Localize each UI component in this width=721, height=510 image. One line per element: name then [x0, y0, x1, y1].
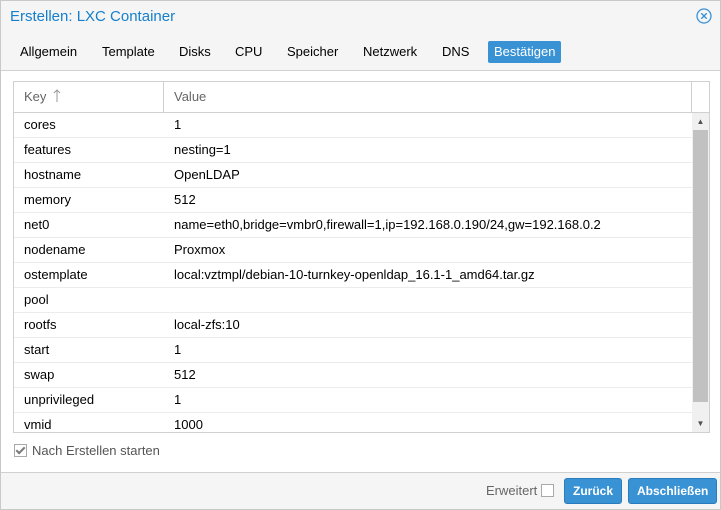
scroll-up-icon[interactable]: ▲	[692, 113, 709, 130]
table-row[interactable]: net0 name=eth0,bridge=vmbr0,firewall=1,i…	[14, 213, 692, 238]
row-value: Proxmox	[174, 242, 226, 257]
scrollbar-thumb[interactable]	[693, 130, 708, 402]
column-header-key[interactable]: Key	[14, 82, 164, 112]
row-key: memory	[24, 192, 71, 207]
row-value: nesting=1	[174, 142, 231, 157]
row-key: rootfs	[24, 317, 57, 332]
grid-scrollbar[interactable]: ▲ ▼	[692, 113, 709, 432]
row-key: features	[24, 142, 71, 157]
start-after-create-label: Nach Erstellen starten	[32, 443, 160, 458]
table-row[interactable]: unprivileged 1	[14, 388, 692, 413]
row-value: 512	[174, 192, 196, 207]
wizard-tabbar: Allgemein Template Disks CPU Speicher Ne…	[1, 38, 720, 66]
table-row[interactable]: pool	[14, 288, 692, 313]
column-header-key-label: Key	[24, 89, 47, 104]
table-row[interactable]: nodename Proxmox	[14, 238, 692, 263]
row-key: swap	[24, 367, 55, 382]
row-value: local-zfs:10	[174, 317, 240, 332]
dialog-titlebar[interactable]: Erstellen: LXC Container	[1, 1, 720, 33]
row-key: cores	[24, 117, 56, 132]
tab-cpu[interactable]: CPU	[229, 41, 268, 63]
finish-button[interactable]: Abschließen	[628, 478, 718, 504]
dialog-footer: Erweitert Zurück Abschließen	[1, 474, 720, 509]
table-row[interactable]: start 1	[14, 338, 692, 363]
row-value	[164, 288, 692, 312]
row-key: start	[24, 342, 50, 357]
tab-netzwerk[interactable]: Netzwerk	[357, 41, 423, 63]
table-row[interactable]: ostemplate local:vztmpl/debian-10-turnke…	[14, 263, 692, 288]
row-value: 1	[174, 117, 182, 132]
table-row[interactable]: hostname OpenLDAP	[14, 163, 692, 188]
row-key: ostemplate	[24, 267, 88, 282]
table-row[interactable]: features nesting=1	[14, 138, 692, 163]
dialog-title: Erstellen: LXC Container	[10, 8, 176, 25]
advanced-option[interactable]: Erweitert	[486, 483, 555, 499]
tab-disks[interactable]: Disks	[173, 41, 217, 63]
tab-bestaetigen[interactable]: Bestätigen	[488, 41, 562, 63]
grid-header: Key Value	[14, 82, 709, 113]
tab-allgemein[interactable]: Allgemein	[14, 41, 83, 63]
close-icon[interactable]	[696, 8, 712, 24]
tab-speicher[interactable]: Speicher	[281, 41, 344, 63]
row-value: 512	[174, 367, 196, 382]
column-header-value[interactable]: Value	[164, 82, 692, 112]
sort-ascending-icon	[53, 84, 61, 102]
advanced-checkbox[interactable]	[541, 484, 555, 497]
row-key: unprivileged	[24, 392, 95, 407]
tab-dns[interactable]: DNS	[436, 41, 475, 63]
row-key: pool	[24, 292, 49, 307]
scroll-down-icon[interactable]: ▼	[692, 415, 709, 432]
table-row[interactable]: memory 512	[14, 188, 692, 213]
row-value: name=eth0,bridge=vmbr0,firewall=1,ip=192…	[174, 217, 601, 232]
row-key: hostname	[24, 167, 82, 182]
advanced-label: Erweitert	[486, 483, 538, 498]
row-value: 1	[174, 342, 182, 357]
grid-body: cores 1 features nesting=1 hostname Open…	[14, 113, 692, 432]
create-lxc-dialog: Erstellen: LXC Container Allgemein Templ…	[0, 0, 721, 510]
row-value: 1000	[174, 417, 203, 432]
tab-template[interactable]: Template	[96, 41, 161, 63]
table-row[interactable]: vmid 1000	[14, 413, 692, 432]
row-key: net0	[24, 217, 50, 232]
column-header-value-label: Value	[174, 89, 207, 104]
start-after-create-checkbox[interactable]	[14, 444, 27, 457]
row-key: vmid	[24, 417, 52, 432]
row-value: 1	[174, 392, 182, 407]
row-value: OpenLDAP	[174, 167, 240, 182]
table-row[interactable]: cores 1	[14, 113, 692, 138]
table-row[interactable]: swap 512	[14, 363, 692, 388]
row-value: local:vztmpl/debian-10-turnkey-openldap_…	[174, 267, 535, 282]
row-key: nodename	[24, 242, 86, 257]
table-row[interactable]: rootfs local-zfs:10	[14, 313, 692, 338]
start-after-create-option[interactable]: Nach Erstellen starten	[14, 442, 160, 460]
summary-grid: Key Value cores 1 features nesting=1 hos…	[13, 81, 710, 433]
confirm-panel: Key Value cores 1 features nesting=1 hos…	[1, 70, 720, 473]
back-button[interactable]: Zurück	[564, 478, 623, 504]
